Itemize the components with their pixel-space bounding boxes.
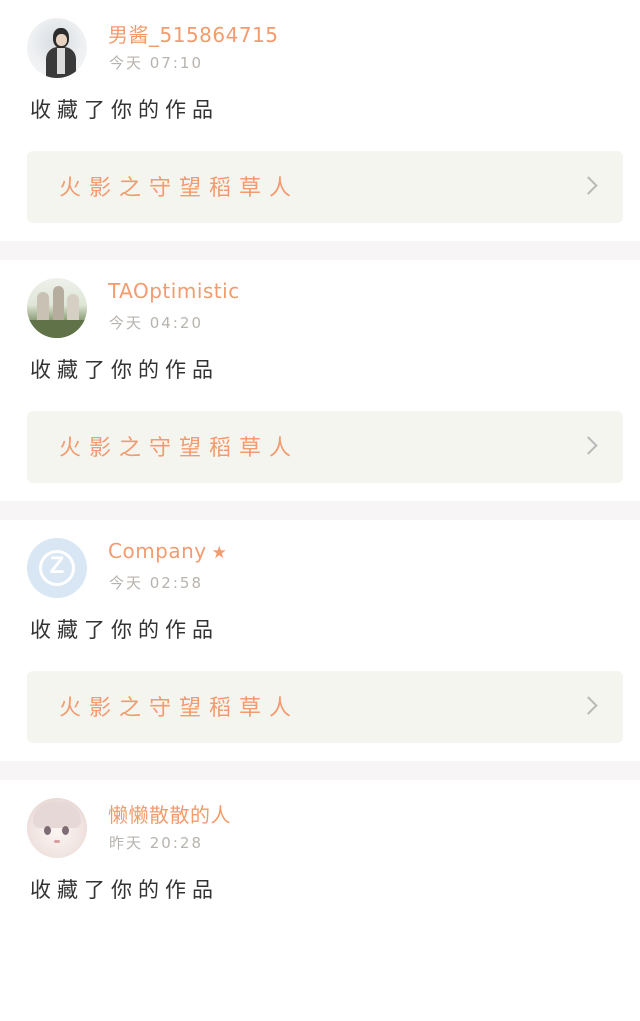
avatar[interactable] <box>27 18 87 78</box>
notification-feed: 男酱_515864715 今天 07:10 收藏了你的作品 火影之守望稻草人 T… <box>0 0 640 1021</box>
notification-card: TAOptimistic 今天 04:20 收藏了你的作品 火影之守望稻草人 <box>0 260 640 501</box>
chevron-right-icon <box>579 696 598 715</box>
action-text: 收藏了你的作品 <box>30 98 219 122</box>
work-link[interactable]: 火影之守望稻草人 <box>27 411 623 483</box>
work-title: 火影之守望稻草人 <box>59 696 300 721</box>
avatar[interactable] <box>27 278 87 338</box>
notification-card: Z Company ★ 今天 02:58 收藏了你的作品 火影之守望稻草人 <box>0 520 640 761</box>
notification-card: 懒懒散散的人 昨天 20:28 收藏了你的作品 <box>0 780 640 1021</box>
timestamp: 今天 02:58 <box>109 574 203 592</box>
user-name[interactable]: 男酱_515864715 <box>108 19 279 48</box>
user-name[interactable]: TAOptimistic <box>108 279 240 303</box>
star-icon: ★ <box>211 543 228 563</box>
user-name[interactable]: Company ★ <box>108 539 227 563</box>
work-link[interactable]: 火影之守望稻草人 <box>27 151 623 223</box>
notification-card: 男酱_515864715 今天 07:10 收藏了你的作品 火影之守望稻草人 <box>0 0 640 241</box>
chevron-right-icon <box>579 176 598 195</box>
timestamp: 今天 07:10 <box>109 54 203 72</box>
action-text: 收藏了你的作品 <box>30 878 219 902</box>
timestamp: 今天 04:20 <box>109 314 203 332</box>
avatar[interactable] <box>27 798 87 858</box>
user-name[interactable]: 懒懒散散的人 <box>108 799 231 828</box>
work-link[interactable]: 火影之守望稻草人 <box>27 671 623 743</box>
card-separator <box>0 501 640 520</box>
action-text: 收藏了你的作品 <box>30 358 219 382</box>
card-separator <box>0 241 640 260</box>
action-text: 收藏了你的作品 <box>30 618 219 642</box>
work-title: 火影之守望稻草人 <box>59 176 300 201</box>
avatar[interactable]: Z <box>27 538 87 598</box>
timestamp: 昨天 20:28 <box>109 834 203 852</box>
chevron-right-icon <box>579 436 598 455</box>
card-separator <box>0 761 640 780</box>
work-title: 火影之守望稻草人 <box>59 436 300 461</box>
